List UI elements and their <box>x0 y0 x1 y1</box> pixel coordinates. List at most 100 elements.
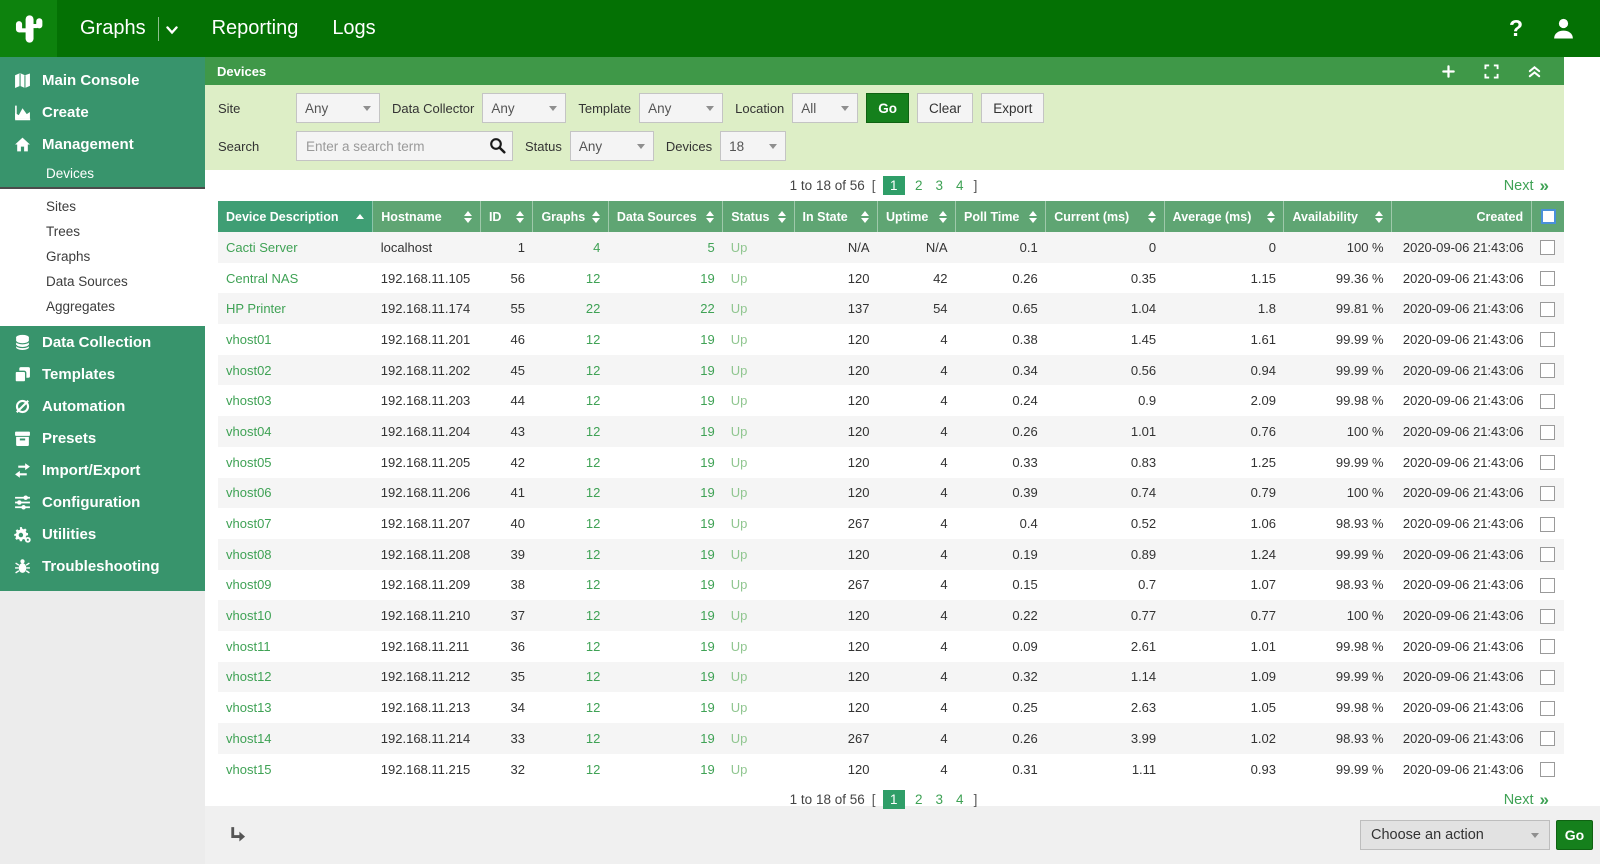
row-checkbox[interactable] <box>1540 271 1555 286</box>
row-checkbox[interactable] <box>1540 701 1555 716</box>
export-button[interactable]: Export <box>981 93 1044 123</box>
sidebar-item-presets[interactable]: Presets <box>0 422 205 454</box>
row-checkbox[interactable] <box>1540 670 1555 685</box>
sidebar-item-create[interactable]: Create <box>0 96 205 128</box>
sidebar-item-data-collection[interactable]: Data Collection <box>0 326 205 358</box>
device-description-cell[interactable]: HP Printer <box>218 293 373 324</box>
device-description-cell[interactable]: vhost07 <box>218 508 373 539</box>
sidebar-subitem-devices[interactable]: Devices <box>0 160 205 187</box>
fullscreen-icon[interactable] <box>1484 64 1499 79</box>
collapse-panel-icon[interactable] <box>1527 64 1542 79</box>
row-checkbox[interactable] <box>1540 486 1555 501</box>
device-description-cell[interactable]: vhost04 <box>218 416 373 447</box>
row-checkbox[interactable] <box>1540 363 1555 378</box>
device-description-cell[interactable]: vhost08 <box>218 539 373 570</box>
row-checkbox[interactable] <box>1540 302 1555 317</box>
sidebar-item-templates[interactable]: Templates <box>0 358 205 390</box>
device-description-cell[interactable]: vhost10 <box>218 600 373 631</box>
device-description-cell[interactable]: vhost06 <box>218 478 373 509</box>
device-description-cell[interactable]: vhost13 <box>218 692 373 723</box>
user-icon[interactable] <box>1551 16 1576 41</box>
row-checkbox[interactable] <box>1540 332 1555 347</box>
device-description-cell[interactable]: vhost03 <box>218 385 373 416</box>
device-description-cell[interactable]: Central NAS <box>218 263 373 294</box>
row-checkbox[interactable] <box>1540 455 1555 470</box>
column-header-in-state[interactable]: In State <box>794 201 877 232</box>
sidebar-subitem-trees[interactable]: Trees <box>0 219 205 244</box>
page-link-2[interactable]: 2 <box>912 177 926 194</box>
row-checkbox[interactable] <box>1540 578 1555 593</box>
column-header-hostname[interactable]: Hostname <box>373 201 481 232</box>
clear-button[interactable]: Clear <box>917 93 973 123</box>
cacti-logo[interactable] <box>0 0 57 57</box>
row-checkbox[interactable] <box>1540 517 1555 532</box>
next-page-link[interactable]: Next » <box>1504 170 1549 201</box>
column-header-average-ms[interactable]: Average (ms) <box>1164 201 1284 232</box>
column-header-uptime[interactable]: Uptime <box>877 201 955 232</box>
sidebar-subitem-graphs[interactable]: Graphs <box>0 244 205 269</box>
device-description-cell[interactable]: vhost02 <box>218 355 373 386</box>
row-checkbox[interactable] <box>1540 762 1555 777</box>
column-header-created[interactable]: Created <box>1392 201 1532 232</box>
page-link-3[interactable]: 3 <box>933 791 947 808</box>
site-select[interactable]: Any <box>296 93 380 123</box>
template-select[interactable]: Any <box>639 93 723 123</box>
search-input[interactable] <box>296 131 513 161</box>
column-header-select-all[interactable] <box>1532 201 1564 232</box>
poll-time-cell: 0.33 <box>956 447 1046 478</box>
sidebar-item-troubleshooting[interactable]: Troubleshooting <box>0 550 205 582</box>
column-header-poll-time[interactable]: Poll Time <box>956 201 1046 232</box>
sidebar-item-automation[interactable]: Automation <box>0 390 205 422</box>
device-description-cell[interactable]: Cacti Server <box>218 232 373 263</box>
help-icon[interactable]: ? <box>1509 17 1523 40</box>
sidebar-item-management[interactable]: Management <box>0 128 205 160</box>
column-header-availability[interactable]: Availability <box>1284 201 1392 232</box>
action-select[interactable]: Choose an action <box>1360 820 1550 850</box>
menu-item-logs[interactable]: Logs <box>315 0 392 57</box>
page-link-3[interactable]: 3 <box>933 177 947 194</box>
go-button[interactable]: Go <box>866 93 909 123</box>
row-checkbox[interactable] <box>1540 609 1555 624</box>
row-checkbox[interactable] <box>1540 425 1555 440</box>
menu-item-reporting[interactable]: Reporting <box>195 0 316 57</box>
column-header-device-description[interactable]: Device Description <box>218 201 373 232</box>
status-select[interactable]: Any <box>570 131 654 161</box>
location-select[interactable]: All <box>792 93 858 123</box>
devices-per-page-select[interactable]: 18 <box>720 131 786 161</box>
next-page-link[interactable]: Next » <box>1504 784 1549 815</box>
page-link-4[interactable]: 4 <box>953 791 967 808</box>
row-checkbox[interactable] <box>1540 240 1555 255</box>
page-link-4[interactable]: 4 <box>953 177 967 194</box>
device-description-cell[interactable]: vhost11 <box>218 631 373 662</box>
row-checkbox[interactable] <box>1540 731 1555 746</box>
row-checkbox[interactable] <box>1540 547 1555 562</box>
page-link-2[interactable]: 2 <box>912 791 926 808</box>
device-description-cell[interactable]: vhost12 <box>218 662 373 693</box>
device-description-cell[interactable]: vhost14 <box>218 723 373 754</box>
data-collector-select[interactable]: Any <box>482 93 566 123</box>
column-header-graphs[interactable]: Graphs <box>533 201 608 232</box>
device-description-cell[interactable]: vhost01 <box>218 324 373 355</box>
search-icon[interactable] <box>489 137 506 154</box>
add-device-icon[interactable] <box>1441 64 1456 79</box>
sidebar-item-import-export[interactable]: Import/Export <box>0 454 205 486</box>
sidebar-subitem-data-sources[interactable]: Data Sources <box>0 269 205 294</box>
sidebar-subitem-aggregates[interactable]: Aggregates <box>0 294 205 319</box>
availability-cell: 99.99 % <box>1284 355 1392 386</box>
row-checkbox[interactable] <box>1540 394 1555 409</box>
action-go-button[interactable]: Go <box>1556 820 1593 850</box>
device-description-cell[interactable]: vhost05 <box>218 447 373 478</box>
row-checkbox[interactable] <box>1540 639 1555 654</box>
column-header-status[interactable]: Status <box>723 201 794 232</box>
select-all-checkbox[interactable] <box>1541 209 1556 224</box>
sidebar-item-utilities[interactable]: Utilities <box>0 518 205 550</box>
column-header-data-sources[interactable]: Data Sources <box>608 201 722 232</box>
sidebar-subitem-sites[interactable]: Sites <box>0 194 205 219</box>
sidebar-item-main-console[interactable]: Main Console <box>0 64 205 96</box>
sidebar-item-configuration[interactable]: Configuration <box>0 486 205 518</box>
column-header-id[interactable]: ID <box>480 201 532 232</box>
menu-item-graphs[interactable]: Graphs <box>63 0 195 57</box>
device-description-cell[interactable]: vhost09 <box>218 570 373 601</box>
device-description-cell[interactable]: vhost15 <box>218 754 373 785</box>
column-header-current-ms[interactable]: Current (ms) <box>1046 201 1164 232</box>
